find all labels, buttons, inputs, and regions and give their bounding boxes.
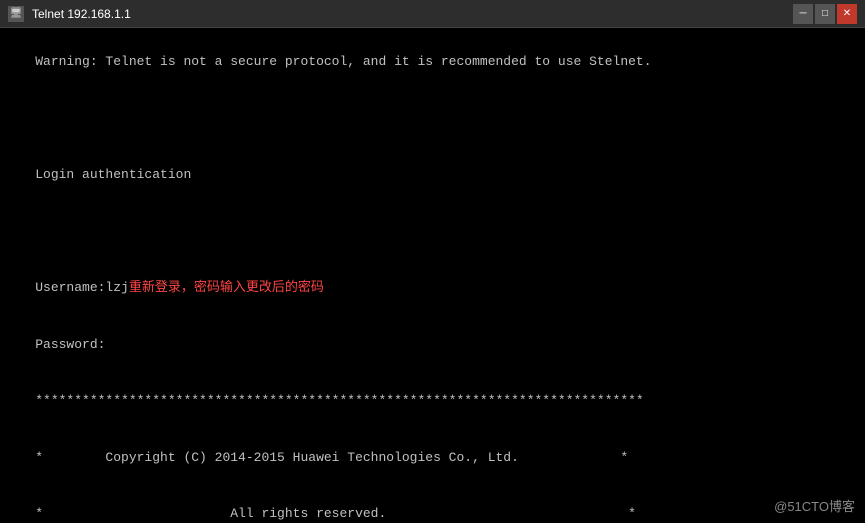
watermark: @51CTO博客: [774, 496, 855, 515]
watermark-text: @51CTO博客: [774, 499, 855, 514]
password-line: Password:: [35, 337, 105, 352]
username-line: Username:lzj: [35, 280, 129, 295]
title-bar: 🖥 Telnet 192.168.1.1 ─ □ ✕: [0, 0, 865, 28]
copyright-line: * Copyright (C) 2014-2015 Huawei Technol…: [35, 450, 628, 465]
stars-line1: ****************************************…: [35, 393, 644, 408]
title-bar-controls: ─ □ ✕: [793, 4, 857, 24]
title-bar-title: Telnet 192.168.1.1: [32, 7, 131, 21]
maximize-button[interactable]: □: [815, 4, 835, 24]
username-annotation: 重新登录，密码输入更改后的密码: [129, 280, 324, 295]
terminal-window[interactable]: Warning: Telnet is not a secure protocol…: [0, 28, 865, 523]
close-button[interactable]: ✕: [837, 4, 857, 24]
warning-line: Warning: Telnet is not a secure protocol…: [35, 54, 651, 69]
terminal-content: Warning: Telnet is not a secure protocol…: [4, 34, 861, 523]
minimize-button[interactable]: ─: [793, 4, 813, 24]
title-bar-icon: 🖥: [8, 6, 24, 22]
login-auth: Login authentication: [35, 167, 191, 182]
rights-line: * All rights reserved. *: [35, 506, 636, 521]
